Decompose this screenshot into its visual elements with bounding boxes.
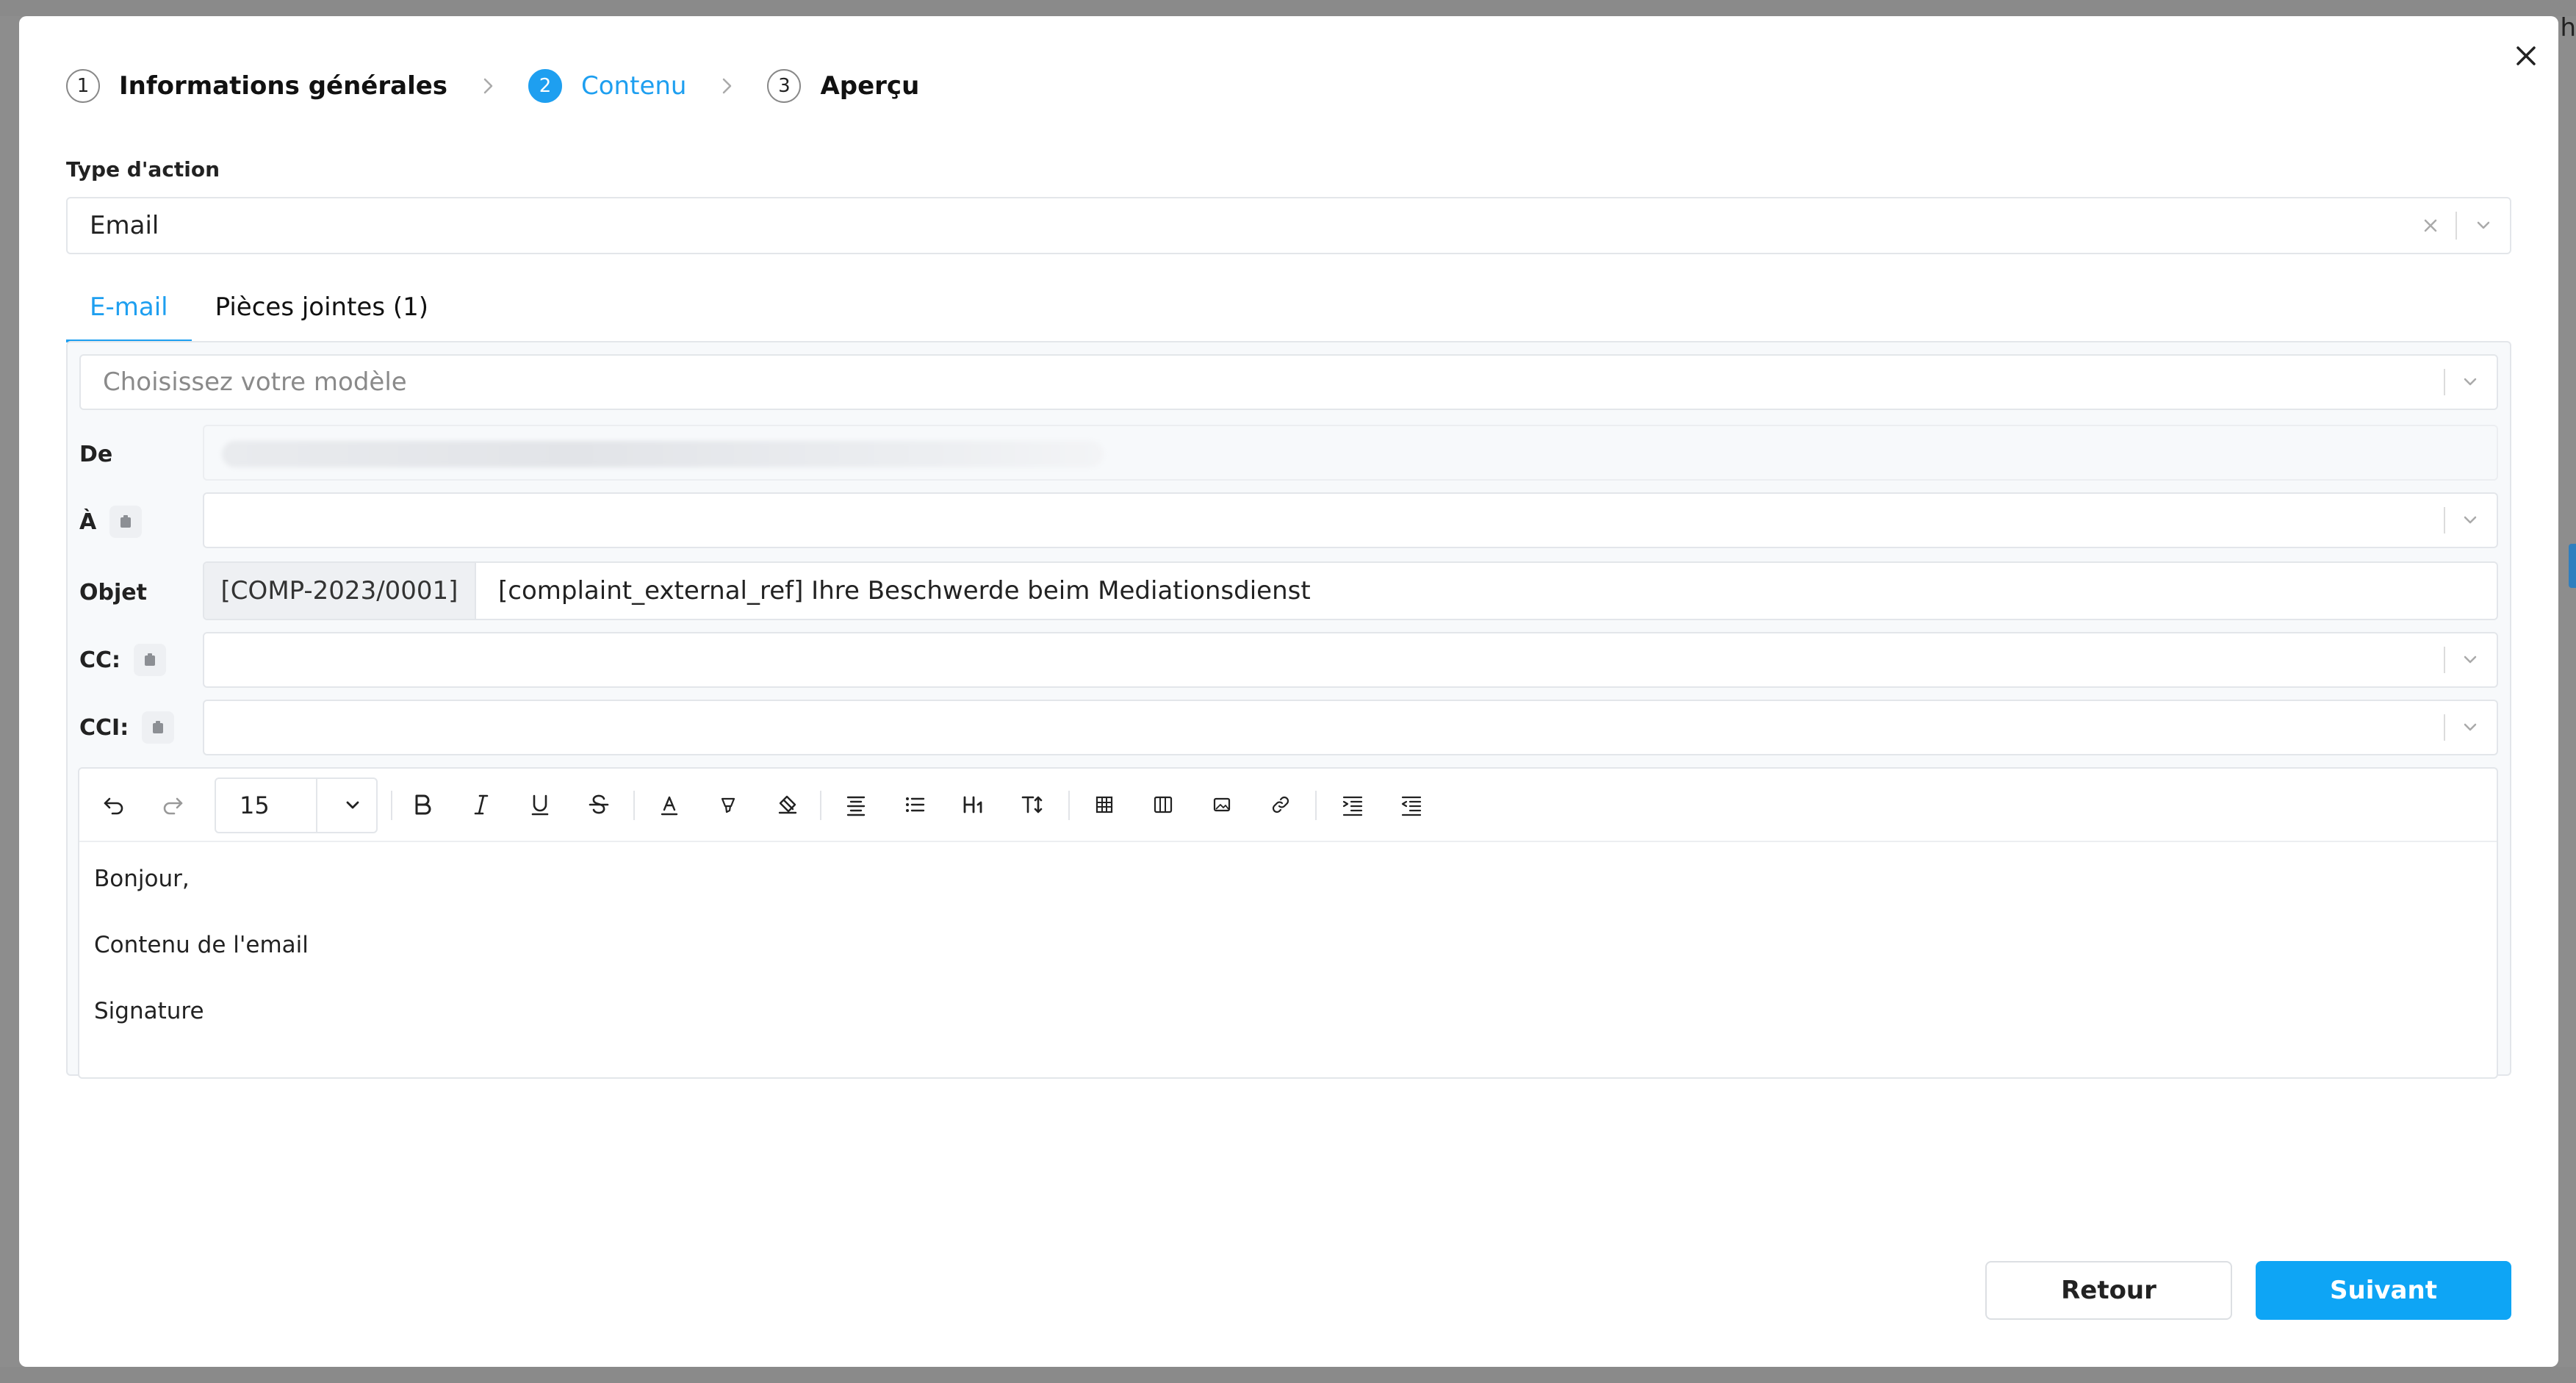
toolbar-divider: [633, 791, 635, 820]
link-icon[interactable]: [1262, 786, 1299, 823]
action-type-label: Type d'action: [66, 157, 220, 182]
back-button[interactable]: Retour: [1985, 1261, 2232, 1320]
editor-line[interactable]: Signature: [94, 998, 204, 1024]
text-size-icon[interactable]: [1014, 786, 1051, 823]
rich-text-editor: 15 Bonjour, Contenu de l'email Signature: [78, 767, 2498, 1079]
toolbar-divider: [1068, 791, 1070, 820]
editor-toolbar: 15: [79, 769, 2497, 842]
clipboard-icon[interactable]: [109, 506, 143, 538]
select-divider: [2456, 212, 2457, 240]
cci-field[interactable]: [203, 700, 2498, 755]
chevron-down-icon[interactable]: [2470, 212, 2497, 239]
select-divider: [2444, 647, 2445, 673]
step-1[interactable]: 1 Informations générales: [66, 69, 447, 103]
align-center-icon[interactable]: [838, 786, 874, 823]
clipboard-icon[interactable]: [142, 711, 175, 744]
toolbar-divider: [1315, 791, 1317, 820]
chevron-down-icon[interactable]: [2457, 647, 2483, 673]
step-label: Informations générales: [119, 71, 448, 101]
subject-label: Objet: [79, 579, 147, 606]
subject-prefix: [COMP-2023/0001]: [204, 563, 476, 619]
indent-icon[interactable]: [1334, 786, 1371, 823]
undo-icon[interactable]: [96, 786, 132, 823]
step-label: Aperçu: [820, 71, 920, 101]
toolbar-divider: [820, 791, 821, 820]
background-bottom-bar: [0, 1367, 2576, 1383]
step-label: Contenu: [581, 71, 687, 101]
heading-icon[interactable]: [955, 786, 992, 823]
cc-label: CC:: [79, 647, 121, 673]
modal-dialog: 1 Informations générales 2 Contenu 3 Ape…: [19, 16, 2558, 1367]
chevron-down-icon[interactable]: [2457, 714, 2483, 741]
bullet-list-icon[interactable]: [896, 786, 933, 823]
font-size-value: 15: [240, 791, 270, 819]
cc-label-row: CC:: [79, 642, 167, 678]
tab-bar: E-mail Pièces jointes (1): [66, 281, 452, 342]
chevron-right-icon: [447, 75, 528, 97]
select-divider: [2444, 369, 2445, 395]
editor-line[interactable]: Bonjour,: [94, 866, 190, 892]
step-number: 3: [767, 69, 802, 103]
step-2[interactable]: 2 Contenu: [528, 69, 686, 103]
editor-line[interactable]: Contenu de l'email: [94, 932, 309, 958]
clipboard-icon[interactable]: [134, 644, 167, 676]
chevron-down-icon[interactable]: [2457, 369, 2483, 395]
step-number: 1: [66, 69, 100, 103]
cci-label-row: CCI:: [79, 710, 175, 745]
chevron-right-icon: [686, 75, 767, 97]
step-number: 2: [528, 69, 563, 103]
chevron-down-icon[interactable]: [339, 792, 366, 819]
select-divider: [2444, 507, 2445, 534]
tab-attachments[interactable]: Pièces jointes (1): [192, 281, 452, 342]
italic-icon[interactable]: [463, 786, 500, 823]
select-divider: [316, 779, 317, 832]
underline-icon[interactable]: [522, 786, 558, 823]
clear-icon[interactable]: [2420, 215, 2441, 236]
highlight-icon[interactable]: [710, 786, 746, 823]
cc-field[interactable]: [203, 632, 2498, 688]
image-icon[interactable]: [1204, 786, 1240, 823]
chevron-down-icon[interactable]: [2457, 507, 2483, 534]
font-size-select[interactable]: 15: [215, 777, 378, 833]
close-icon[interactable]: [2505, 35, 2547, 76]
redo-icon[interactable]: [154, 786, 191, 823]
tab-email[interactable]: E-mail: [66, 281, 192, 342]
outdent-icon[interactable]: [1393, 786, 1430, 823]
subject-value[interactable]: [complaint_external_ref] Ihre Beschwerde…: [498, 576, 1311, 606]
toolbar-divider: [391, 791, 392, 820]
stepper: 1 Informations générales 2 Contenu 3 Ape…: [66, 46, 919, 126]
table-icon[interactable]: [1086, 786, 1123, 823]
next-button[interactable]: Suivant: [2256, 1261, 2511, 1320]
strikethrough-icon[interactable]: [580, 786, 617, 823]
from-label: De: [79, 441, 113, 467]
from-field: [203, 425, 2498, 481]
background-top-bar: [0, 0, 2576, 16]
background-partial-text: h: [2560, 13, 2576, 43]
select-divider: [2444, 714, 2445, 741]
cci-label: CCI:: [79, 714, 129, 741]
to-label: À: [79, 509, 97, 535]
background-blue-edge: [2569, 544, 2576, 588]
clear-format-icon[interactable]: [769, 786, 805, 823]
template-placeholder: Choisissez votre modèle: [103, 367, 407, 397]
bold-icon[interactable]: [404, 786, 441, 823]
template-select[interactable]: Choisissez votre modèle: [79, 354, 2498, 410]
subject-field[interactable]: [COMP-2023/0001] [complaint_external_ref…: [203, 561, 2498, 620]
action-type-select[interactable]: Email: [66, 197, 2511, 254]
action-type-value: Email: [90, 211, 159, 240]
to-field[interactable]: [203, 492, 2498, 548]
step-3[interactable]: 3 Aperçu: [767, 69, 919, 103]
to-label-row: À: [79, 504, 143, 539]
redacted-sender: [222, 441, 1104, 467]
columns-icon[interactable]: [1145, 786, 1181, 823]
text-color-icon[interactable]: [651, 786, 688, 823]
